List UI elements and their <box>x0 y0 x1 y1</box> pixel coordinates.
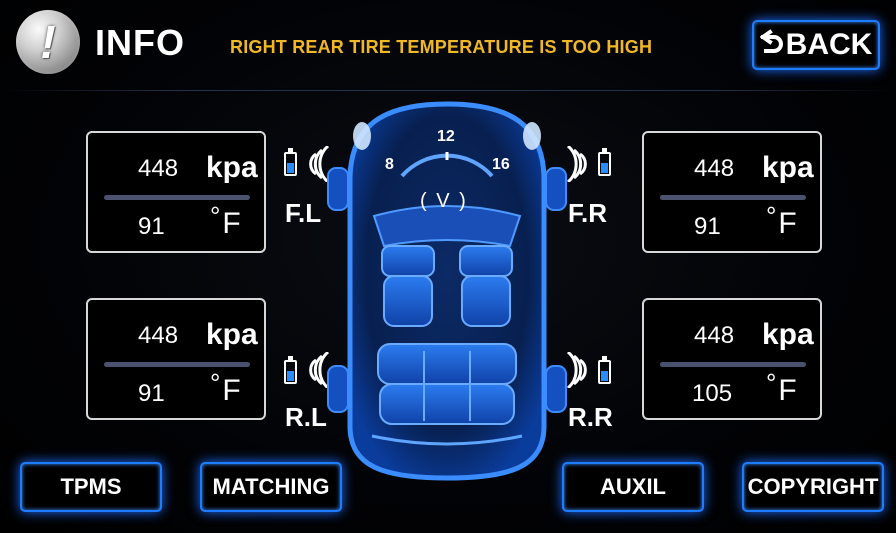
header-divider <box>0 90 896 91</box>
battery-icon <box>598 356 611 384</box>
temperature-value: 91 <box>694 213 721 240</box>
position-label-rr: R.R <box>568 402 613 432</box>
page-title: INFO <box>95 22 185 63</box>
divider-bar <box>660 195 806 200</box>
tire-box-front-left[interactable]: 448 kpa 91 °F <box>86 131 266 253</box>
battery-icon <box>598 148 611 176</box>
gauge-label-max: 16 <box>492 156 510 173</box>
pressure-unit: kpa <box>206 151 258 184</box>
temperature-unit: °F <box>210 368 241 407</box>
temperature-value: 91 <box>138 380 165 407</box>
temperature-unit: °F <box>766 368 797 407</box>
divider-bar <box>104 362 250 367</box>
gauge-label-min: 8 <box>385 156 394 173</box>
info-icon: ! <box>16 10 80 74</box>
temperature-value: 105 <box>692 380 733 407</box>
gauge-label-mid: 12 <box>437 128 455 145</box>
position-label-rl: R.L <box>285 402 327 432</box>
back-button[interactable]: BACK <box>752 20 880 70</box>
temperature-unit: °F <box>210 201 241 240</box>
back-label: BACK <box>785 28 873 61</box>
pressure-unit: kpa <box>762 318 814 351</box>
back-arrow-icon <box>759 28 784 62</box>
pressure-value: 448 <box>138 155 179 182</box>
pressure-value: 448 <box>694 155 735 182</box>
warning-message: RIGHT REAR TIRE TEMPERATURE IS TOO HIGH <box>230 37 653 57</box>
pressure-unit: kpa <box>206 318 258 351</box>
auxil-button[interactable]: AUXIL <box>562 462 704 512</box>
tpms-button[interactable]: TPMS <box>20 462 162 512</box>
car-top-view-icon <box>322 96 572 484</box>
divider-bar <box>104 195 250 200</box>
battery-icon <box>284 356 297 384</box>
pressure-value: 448 <box>138 322 179 349</box>
divider-bar <box>660 362 806 367</box>
temperature-value: 91 <box>138 213 165 240</box>
matching-button[interactable]: MATCHING <box>200 462 342 512</box>
copyright-button[interactable]: COPYRIGHT <box>742 462 884 512</box>
pressure-value: 448 <box>694 322 735 349</box>
tire-box-rear-left[interactable]: 448 kpa 91 °F <box>86 298 266 420</box>
battery-icon <box>284 148 297 176</box>
pressure-unit: kpa <box>762 151 814 184</box>
temperature-unit: °F <box>766 201 797 240</box>
tire-box-rear-right[interactable]: 448 kpa 105 °F <box>642 298 822 420</box>
tire-box-front-right[interactable]: 448 kpa 91 °F <box>642 131 822 253</box>
position-label-fl: F.L <box>285 198 322 228</box>
voltage-unit-label: ( V ) <box>420 190 468 212</box>
position-label-fr: F.R <box>568 198 607 228</box>
